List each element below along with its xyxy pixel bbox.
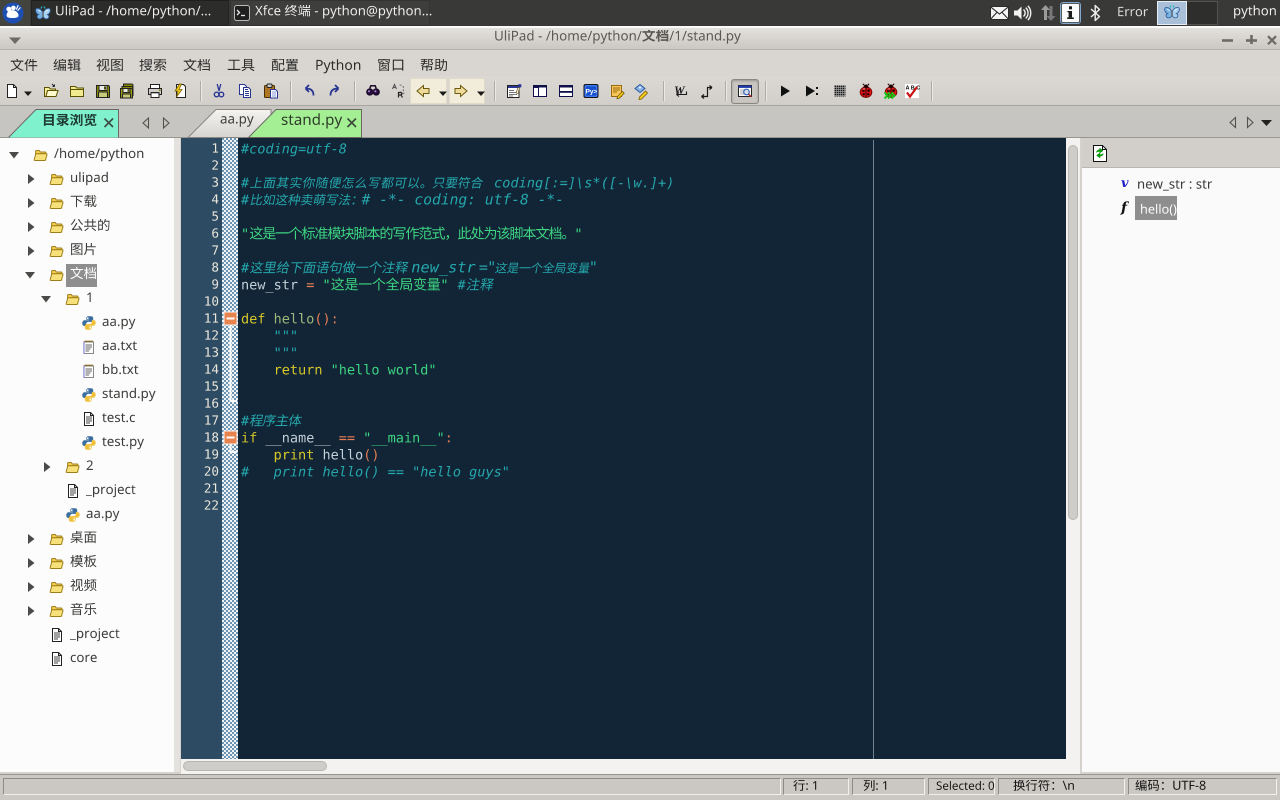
svg-text:Py>: Py>: [586, 89, 598, 96]
svg-text:A B C: A B C: [906, 86, 921, 92]
